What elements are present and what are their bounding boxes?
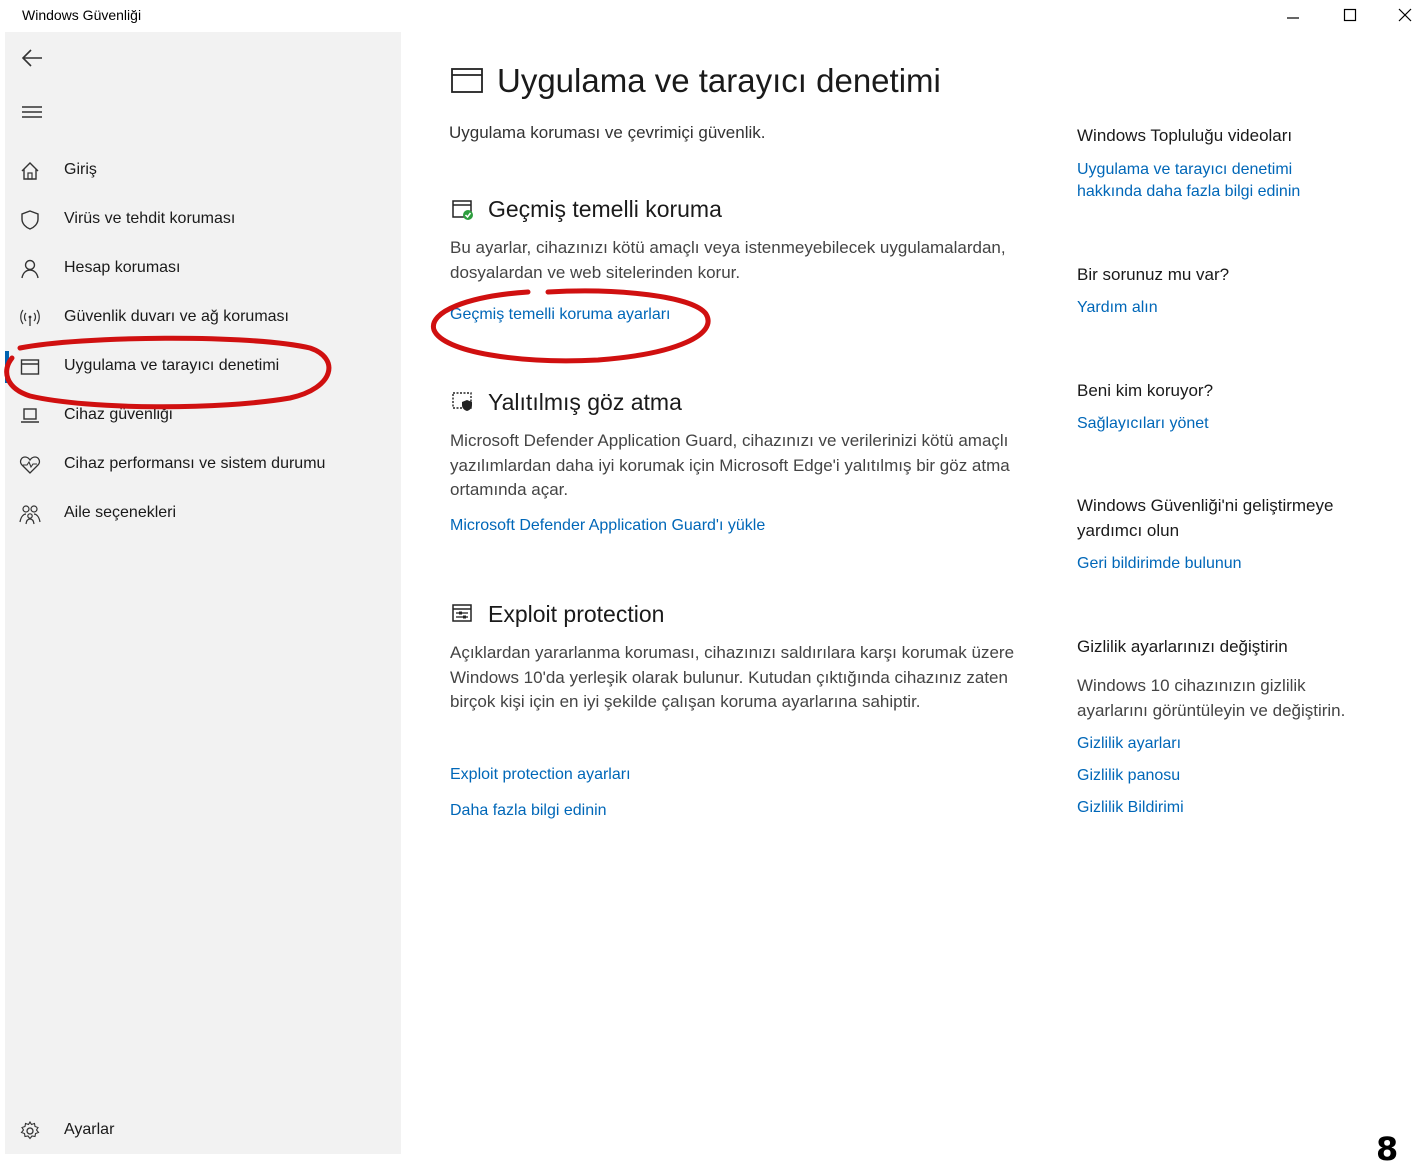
who-protects-heading: Beni kim koruyor? <box>1077 381 1214 400</box>
page-subtitle: Uygulama koruması ve çevrimiçi güvenlik. <box>449 123 766 142</box>
privacy-heading: Gizlilik ayarlarınızı değiştirin <box>1077 637 1288 656</box>
sidebar-item-label: Ayarlar <box>64 1121 115 1138</box>
give-feedback-link[interactable]: Geri bildirimde bulunun <box>1077 553 1377 575</box>
active-indicator <box>5 351 9 383</box>
hamburger-icon <box>22 106 42 118</box>
window-title: Windows Güvenliği <box>22 7 142 23</box>
reputation-settings-link[interactable]: Geçmiş temelli koruma ayarları <box>450 306 671 324</box>
title-bar: Windows Güvenliği <box>0 0 1417 32</box>
manage-providers-link[interactable]: Sağlayıcıları yönet <box>1077 413 1377 435</box>
install-app-guard-link[interactable]: Microsoft Defender Application Guard'ı y… <box>450 517 765 535</box>
sidebar-item-device-security[interactable]: Cihaz güvenliği <box>5 394 401 438</box>
sidebar-item-label: Virüs ve tehdit koruması <box>64 210 236 227</box>
family-icon <box>19 505 41 525</box>
antenna-icon <box>20 309 40 326</box>
sidebar-item-account-protection[interactable]: Hesap koruması <box>5 247 401 291</box>
privacy-statement-link[interactable]: Gizlilik Bildirimi <box>1077 797 1377 819</box>
person-icon <box>21 259 39 279</box>
section-description: Microsoft Defender Application Guard, ci… <box>450 431 1010 499</box>
minimize-icon <box>1287 17 1299 19</box>
exploit-protection-settings-link[interactable]: Exploit protection ayarları <box>450 766 631 784</box>
section-title: Geçmiş temelli koruma <box>488 196 722 222</box>
shield-icon <box>21 210 39 230</box>
sidebar-item-virus-protection[interactable]: Virüs ve tehdit koruması <box>5 198 401 242</box>
section-title: Exploit protection <box>488 601 665 627</box>
maximize-icon <box>1343 8 1357 22</box>
learn-more-link[interactable]: Daha fazla bilgi edinin <box>450 802 607 820</box>
sidebar-item-family-options[interactable]: Aile seçenekleri <box>5 492 401 536</box>
menu-button[interactable] <box>19 102 45 122</box>
privacy-description: Windows 10 cihazınızın gizlilik ayarları… <box>1077 676 1346 720</box>
sidebar: Giriş Virüs ve tehdit koruması Hesap kor… <box>5 32 401 1154</box>
app-window-icon <box>451 68 483 93</box>
sidebar-item-settings[interactable]: Ayarlar <box>5 1109 401 1153</box>
sidebar-item-label: Güvenlik duvarı ve ağ koruması <box>64 308 289 325</box>
isolated-browsing-icon <box>452 392 472 411</box>
sidebar-item-label: Hesap koruması <box>64 259 181 276</box>
corner-annotation-mark: 8 <box>1376 1130 1399 1168</box>
community-videos-heading: Windows Topluluğu videoları <box>1077 126 1293 145</box>
exploit-protection-icon <box>452 604 472 622</box>
sidebar-item-label: Giriş <box>64 161 97 178</box>
close-icon <box>1398 8 1412 22</box>
sidebar-item-label: Cihaz güvenliği <box>64 406 173 423</box>
back-button[interactable] <box>19 46 45 70</box>
close-button[interactable] <box>1382 0 1417 30</box>
reputation-protection-icon <box>452 200 473 220</box>
sidebar-item-home[interactable]: Giriş <box>5 149 401 193</box>
sidebar-item-app-browser-control[interactable]: Uygulama ve tarayıcı denetimi <box>5 345 401 389</box>
sidebar-item-label: Aile seçenekleri <box>64 504 177 521</box>
main-content: Uygulama ve tarayıcı denetimi Uygulama k… <box>401 32 1417 1154</box>
sidebar-item-firewall[interactable]: Güvenlik duvarı ve ağ koruması <box>5 296 401 340</box>
privacy-settings-link[interactable]: Gizlilik ayarları <box>1077 733 1377 755</box>
laptop-icon <box>21 408 39 423</box>
section-title: Yalıtılmış göz atma <box>488 389 682 415</box>
privacy-dashboard-link[interactable]: Gizlilik panosu <box>1077 765 1377 787</box>
get-help-link[interactable]: Yardım alın <box>1077 297 1377 319</box>
app-window-icon <box>20 359 40 375</box>
home-icon <box>21 162 39 180</box>
section-description: Açıklardan yararlanma koruması, cihazını… <box>450 643 1015 711</box>
feedback-heading: Windows Güvenliği'ni geliştirmeye yardım… <box>1077 496 1334 540</box>
section-description: Bu ayarlar, cihazınızı kötü amaçlı veya … <box>450 238 1006 282</box>
minimize-button[interactable] <box>1270 0 1316 30</box>
page-title: Uygulama ve tarayıcı denetimi <box>497 62 941 99</box>
sidebar-item-label: Uygulama ve tarayıcı denetimi <box>64 357 280 374</box>
community-video-link[interactable]: Uygulama ve tarayıcı denetimi hakkında d… <box>1077 159 1337 203</box>
question-heading: Bir sorunuz mu var? <box>1077 265 1230 284</box>
heart-icon <box>19 456 41 474</box>
gear-icon <box>20 1120 40 1140</box>
sidebar-item-label: Cihaz performansı ve sistem durumu <box>64 455 326 472</box>
sidebar-item-device-performance[interactable]: Cihaz performansı ve sistem durumu <box>5 443 401 487</box>
maximize-button[interactable] <box>1327 0 1373 30</box>
back-arrow-icon <box>21 49 42 67</box>
